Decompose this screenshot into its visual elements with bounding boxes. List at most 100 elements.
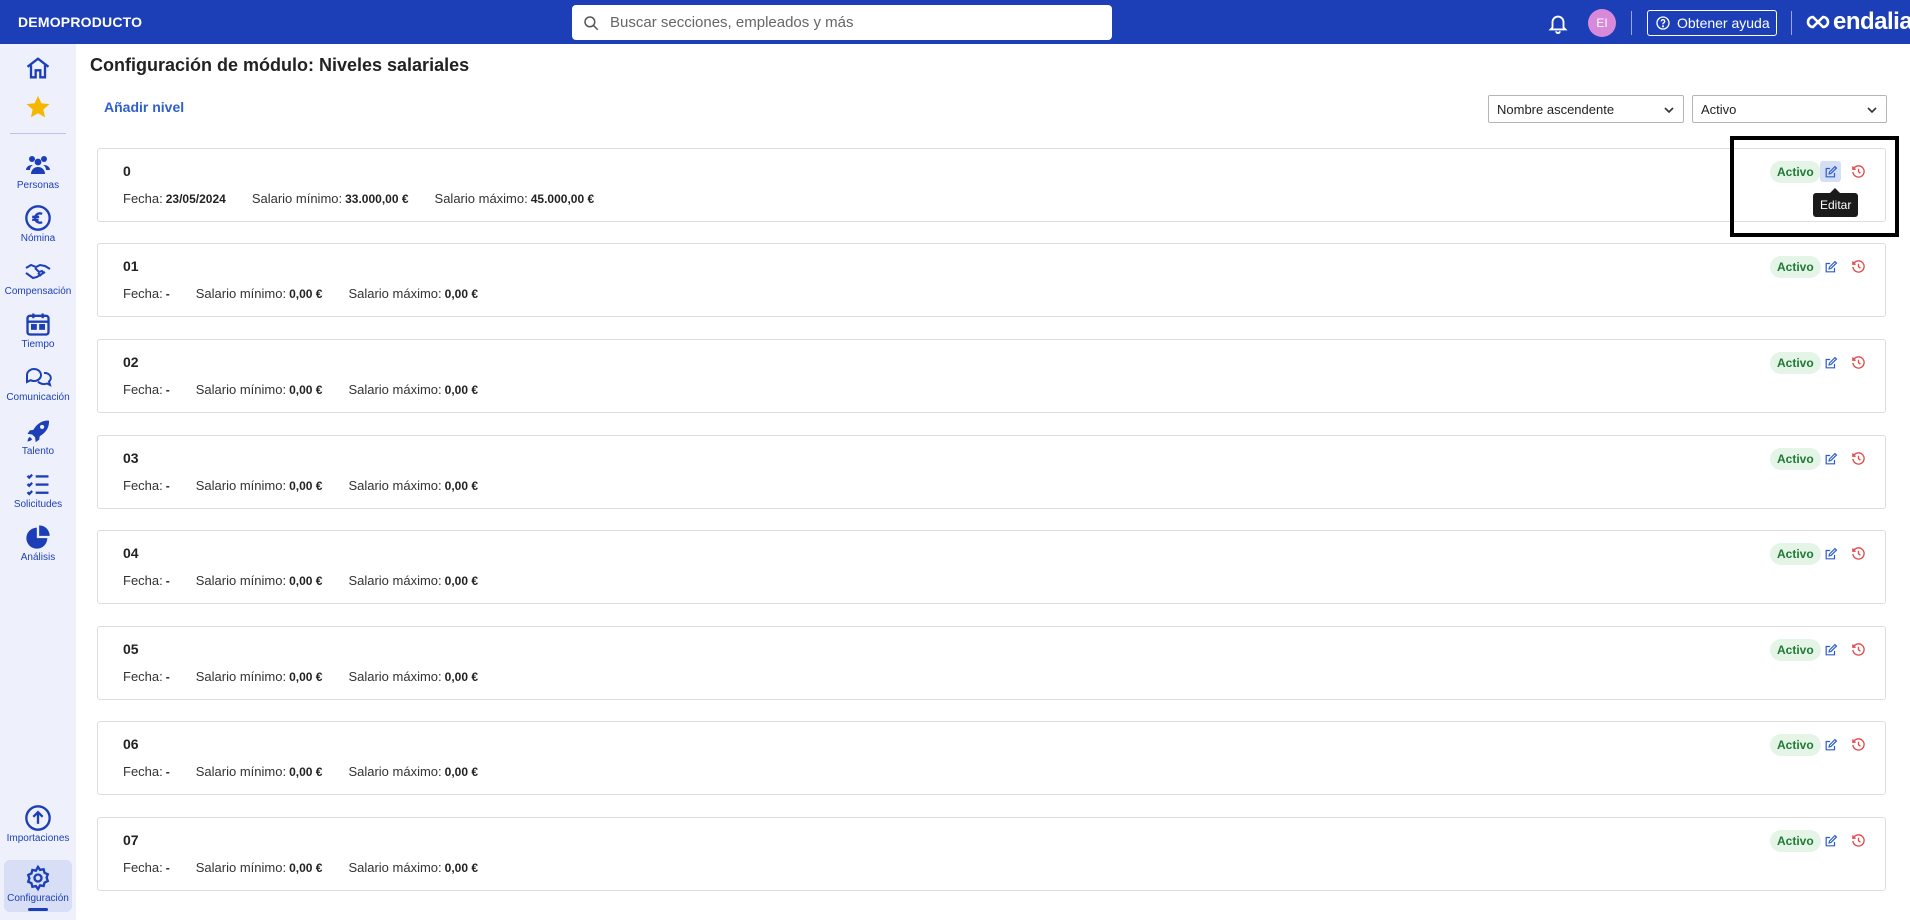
status-select-value: Activo bbox=[1701, 101, 1737, 117]
sidebar-item-configuracion[interactable]: Configuración bbox=[0, 864, 76, 904]
history-button[interactable] bbox=[1848, 256, 1869, 277]
sort-select-value: Nombre ascendente bbox=[1497, 101, 1615, 117]
level-name: 0 bbox=[123, 163, 131, 179]
sidebar-item-label: Talento bbox=[21, 446, 55, 457]
gear-icon bbox=[26, 864, 50, 892]
history-button[interactable] bbox=[1848, 543, 1869, 564]
sidebar-item-label: Nómina bbox=[20, 233, 56, 244]
endalia-logo[interactable]: endalia bbox=[1806, 8, 1910, 36]
max-salary-field: Salario máximo: 0,00 € bbox=[348, 478, 479, 493]
sidebar-item-compensacion[interactable]: Compensación bbox=[0, 257, 76, 297]
sidebar-item-label: Personas bbox=[16, 180, 60, 191]
level-card: 03 Fecha: - Salario mínimo: 0,00 € Salario má… bbox=[97, 435, 1886, 509]
checklist-icon bbox=[26, 473, 49, 496]
restore-history-icon bbox=[1852, 643, 1865, 656]
level-card: 02 Fecha: - Salario mínimo: 0,00 € Salario má… bbox=[97, 339, 1886, 413]
euro-icon bbox=[25, 205, 51, 231]
edit-icon bbox=[1825, 738, 1837, 750]
sidebar-item-importaciones[interactable]: Importaciones bbox=[0, 804, 76, 844]
status-filter-select[interactable]: Activo bbox=[1692, 95, 1887, 123]
date-field: Fecha: - bbox=[123, 286, 170, 301]
max-salary-field: Salario máximo: 45.000,00 € bbox=[434, 191, 595, 206]
sidebar-item-label: Tiempo bbox=[21, 339, 55, 350]
level-details: Fecha: - Salario mínimo: 0,00 € Salario máxi… bbox=[123, 382, 504, 397]
status-badge: Activo bbox=[1770, 448, 1821, 470]
edit-button[interactable] bbox=[1820, 352, 1841, 373]
level-card: 04 Fecha: - Salario mínimo: 0,00 € Salario má… bbox=[97, 530, 1886, 604]
level-card: 0 Fecha: 23/05/2024 Salario mínimo: 33.000,0… bbox=[97, 148, 1886, 222]
restore-history-icon bbox=[1852, 260, 1865, 273]
history-button[interactable] bbox=[1848, 639, 1869, 660]
add-level-link[interactable]: Añadir nivel bbox=[104, 99, 184, 115]
min-salary-field: Salario mínimo: 33.000,00 € bbox=[251, 191, 409, 206]
sidebar-item-tiempo[interactable]: Tiempo bbox=[0, 310, 76, 350]
sidebar-item-nomina[interactable]: Nómina bbox=[0, 204, 76, 244]
min-salary-field: Salario mínimo: 0,00 € bbox=[195, 669, 323, 684]
date-field: Fecha: 23/05/2024 bbox=[123, 191, 226, 206]
level-name: 05 bbox=[123, 641, 139, 657]
max-salary-field: Salario máximo: 0,00 € bbox=[348, 382, 479, 397]
sidebar-item-favorites[interactable] bbox=[0, 93, 76, 121]
edit-button[interactable] bbox=[1820, 734, 1841, 755]
people-icon bbox=[26, 156, 50, 174]
divider bbox=[1631, 11, 1632, 35]
max-salary-field: Salario máximo: 0,00 € bbox=[348, 286, 479, 301]
edit-button[interactable] bbox=[1820, 830, 1841, 851]
level-details: Fecha: 23/05/2024 Salario mínimo: 33.000,00… bbox=[123, 191, 620, 206]
sidebar-item-analisis[interactable]: Análisis bbox=[0, 523, 76, 563]
sidebar-item-home[interactable] bbox=[0, 54, 76, 82]
history-button[interactable] bbox=[1848, 448, 1869, 469]
search-box[interactable] bbox=[572, 5, 1112, 40]
level-name: 02 bbox=[123, 354, 139, 370]
company-name: DEMOPRODUCTO bbox=[18, 14, 143, 30]
help-button[interactable]: Obtener ayuda bbox=[1647, 10, 1777, 36]
level-details: Fecha: - Salario mínimo: 0,00 € Salario máxi… bbox=[123, 573, 504, 588]
edit-button[interactable] bbox=[1820, 256, 1841, 277]
sidebar-item-comunicacion[interactable]: Comunicación bbox=[0, 363, 76, 403]
sort-select[interactable]: Nombre ascendente bbox=[1488, 95, 1684, 123]
logo-mark-icon bbox=[1806, 15, 1830, 29]
max-salary-field: Salario máximo: 0,00 € bbox=[348, 860, 479, 875]
upload-icon bbox=[25, 805, 51, 831]
sidebar-item-label: Comunicación bbox=[6, 392, 70, 403]
level-card: 05 Fecha: - Salario mínimo: 0,00 € Salario má… bbox=[97, 626, 1886, 700]
edit-icon bbox=[1825, 452, 1837, 464]
level-name: 03 bbox=[123, 450, 139, 466]
edit-button[interactable] bbox=[1820, 448, 1841, 469]
min-salary-field: Salario mínimo: 0,00 € bbox=[195, 573, 323, 588]
history-button[interactable] bbox=[1848, 734, 1869, 755]
sidebar-item-talento[interactable]: Talento bbox=[0, 417, 76, 457]
status-badge: Activo bbox=[1770, 256, 1821, 278]
history-button[interactable] bbox=[1848, 830, 1869, 851]
min-salary-field: Salario mínimo: 0,00 € bbox=[195, 764, 323, 779]
edit-button[interactable] bbox=[1820, 543, 1841, 564]
edit-icon bbox=[1825, 547, 1837, 559]
sidebar-item-label: Importaciones bbox=[6, 833, 70, 844]
sidebar-item-solicitudes[interactable]: Solicitudes bbox=[0, 470, 76, 510]
restore-history-icon bbox=[1852, 547, 1865, 560]
level-name: 07 bbox=[123, 832, 139, 848]
chevron-down-icon bbox=[1664, 107, 1674, 114]
edit-icon bbox=[1825, 643, 1837, 655]
status-badge: Activo bbox=[1770, 543, 1821, 565]
date-field: Fecha: - bbox=[123, 764, 170, 779]
edit-icon bbox=[1825, 260, 1837, 272]
avatar[interactable]: EI bbox=[1588, 9, 1616, 37]
chevron-down-icon bbox=[1867, 107, 1877, 114]
max-salary-field: Salario máximo: 0,00 € bbox=[348, 764, 479, 779]
status-badge: Activo bbox=[1770, 352, 1821, 374]
status-badge: Activo bbox=[1770, 734, 1821, 756]
question-icon bbox=[1656, 16, 1670, 30]
level-card: 06 Fecha: - Salario mínimo: 0,00 € Salario má… bbox=[97, 721, 1886, 795]
level-details: Fecha: - Salario mínimo: 0,00 € Salario máxi… bbox=[123, 478, 504, 493]
date-field: Fecha: - bbox=[123, 669, 170, 684]
edit-button[interactable] bbox=[1820, 639, 1841, 660]
search-input[interactable] bbox=[610, 14, 1090, 31]
sidebar-item-label: Compensación bbox=[4, 286, 72, 297]
page-title: Configuración de módulo: Niveles salaria… bbox=[90, 55, 470, 75]
sidebar-item-personas[interactable]: Personas bbox=[0, 151, 76, 191]
history-button[interactable] bbox=[1848, 352, 1869, 373]
level-details: Fecha: - Salario mínimo: 0,00 € Salario máxi… bbox=[123, 286, 504, 301]
chat-icon bbox=[26, 368, 52, 387]
bell-icon[interactable] bbox=[1547, 12, 1569, 34]
